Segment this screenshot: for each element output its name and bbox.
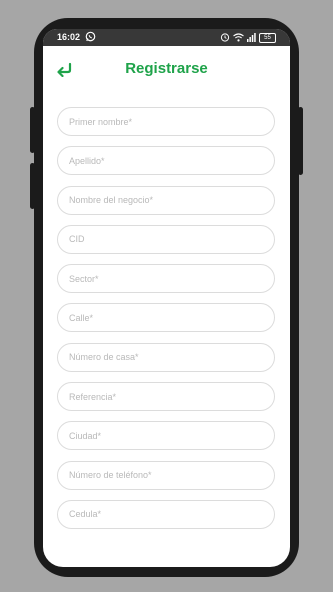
app-bar: Registrarse [43,56,290,86]
last-name-input[interactable] [57,146,275,176]
wifi-icon [233,32,244,44]
status-icons: 55 [220,32,276,44]
first-name-input[interactable] [57,107,275,136]
street-input[interactable] [57,303,275,333]
cid-input[interactable] [57,224,275,254]
back-button[interactable] [55,61,75,79]
phone-side-button-left-2 [30,163,35,209]
alarm-icon [220,32,230,44]
status-bar: 16:02 55 [43,29,290,46]
phone-side-button-left-1 [30,107,35,153]
phone-side-button-right [298,107,303,175]
battery-level: 55 [264,35,271,41]
sector-input[interactable] [57,264,275,294]
city-input[interactable] [57,421,275,451]
cedula-input[interactable] [57,499,275,529]
phone-number-input[interactable] [57,460,275,490]
battery-icon: 55 [259,33,276,43]
app-screen: 16:02 55 Registrarse Primer nombre* Apel… [43,29,290,567]
house-number-input[interactable] [57,342,275,372]
whatsapp-icon [85,31,96,44]
business-name-input[interactable] [57,185,275,215]
back-arrow-icon [55,62,73,81]
registration-form [57,107,277,539]
signal-icon [247,32,256,44]
reference-input[interactable] [57,382,275,412]
page-title: Registrarse [125,60,208,77]
status-time: 16:02 [57,32,81,42]
